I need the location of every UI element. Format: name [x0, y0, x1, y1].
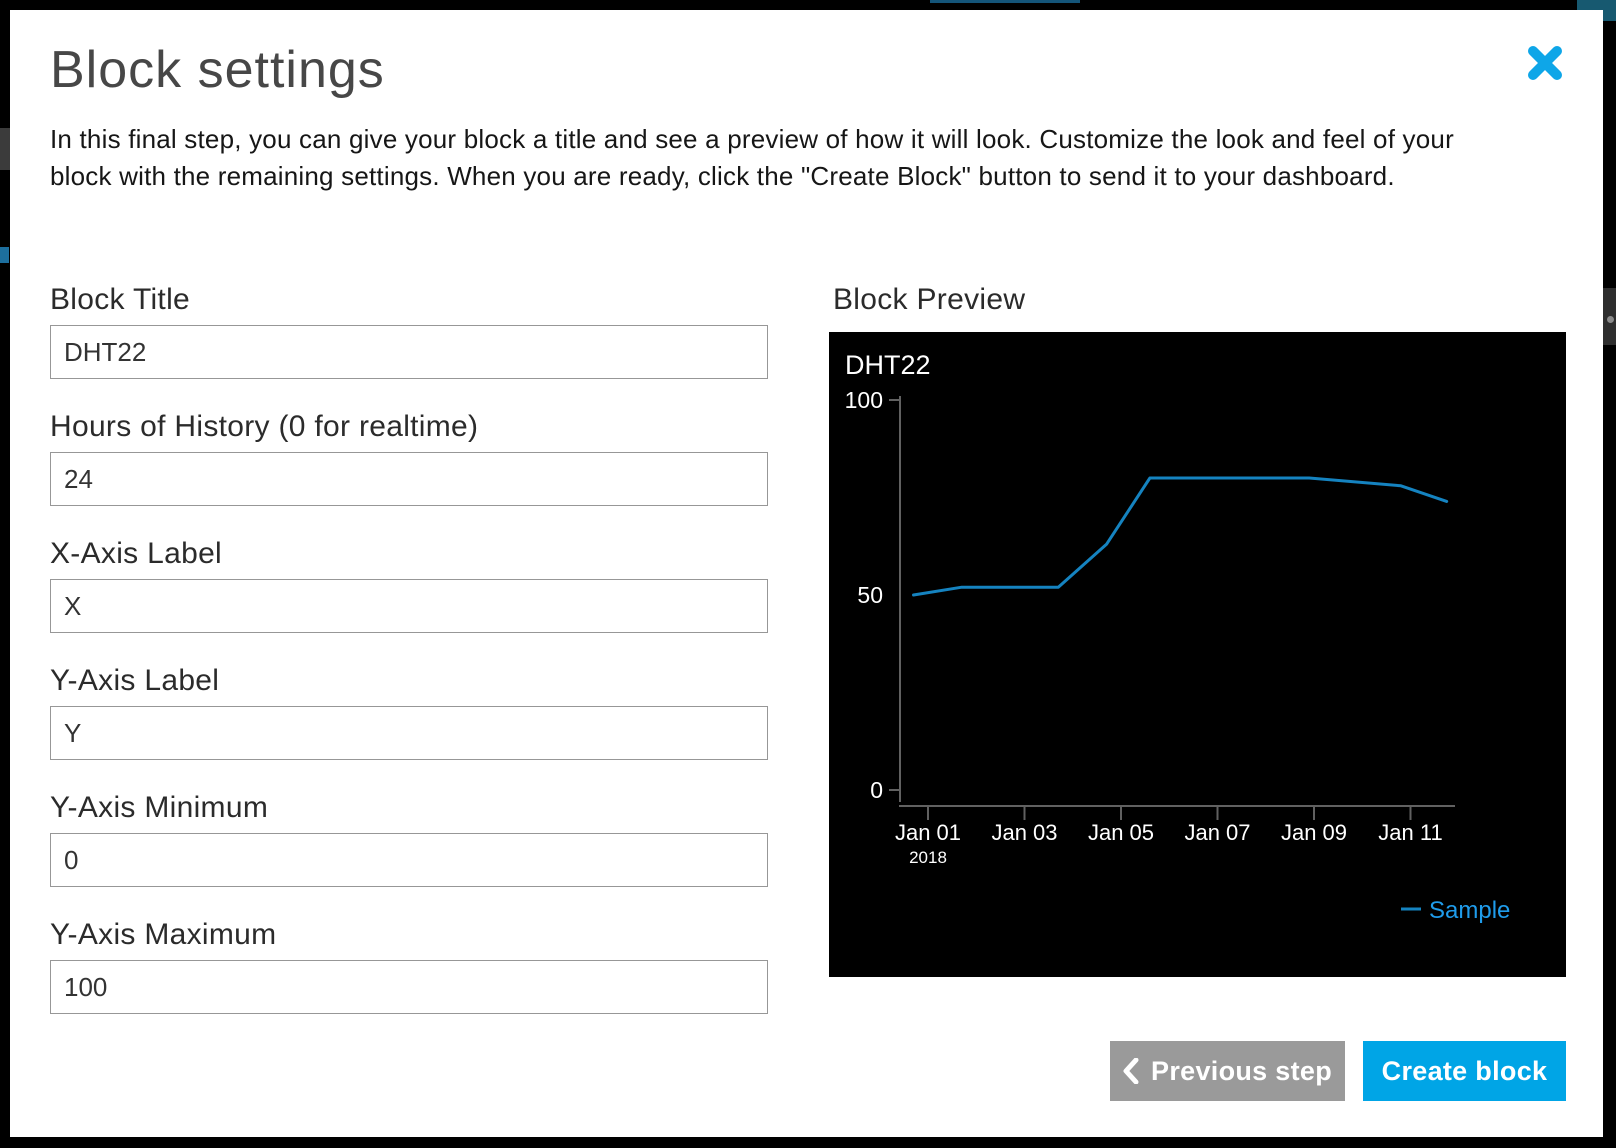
field-x-axis-label: X-Axis Label [50, 534, 768, 633]
field-block-title: Block Title [50, 280, 768, 379]
svg-text:100: 100 [845, 387, 883, 413]
svg-text:Jan 01: Jan 01 [895, 820, 961, 845]
svg-text:DHT22: DHT22 [845, 350, 931, 380]
previous-step-button[interactable]: Previous step [1110, 1041, 1345, 1101]
create-block-button[interactable]: Create block [1363, 1041, 1566, 1101]
field-y-axis-label: Y-Axis Label [50, 661, 768, 760]
previous-step-label: Previous step [1151, 1056, 1332, 1087]
field-hours-of-history: Hours of History (0 for realtime) [50, 407, 768, 506]
svg-text:Sample: Sample [1429, 897, 1510, 924]
page-title: Block settings [50, 40, 385, 100]
field-label: X-Axis Label [50, 534, 768, 574]
svg-text:Jan 05: Jan 05 [1088, 820, 1154, 845]
field-label: Block Title [50, 280, 768, 320]
svg-text:2018: 2018 [909, 848, 947, 867]
hours-of-history-input[interactable] [50, 452, 768, 506]
create-block-label: Create block [1382, 1056, 1548, 1087]
chevron-left-icon [1123, 1058, 1139, 1084]
background-artifact [1607, 316, 1614, 323]
close-button[interactable] [1528, 46, 1562, 80]
svg-text:Jan 09: Jan 09 [1281, 820, 1347, 845]
x-axis-label-input[interactable] [50, 579, 768, 633]
background-artifact [0, 247, 9, 263]
block-preview-heading: Block Preview [833, 280, 1025, 320]
svg-text:0: 0 [870, 777, 883, 803]
settings-form: Block Title Hours of History (0 for real… [50, 280, 768, 1042]
field-label: Y-Axis Minimum [50, 788, 768, 828]
field-y-axis-minimum: Y-Axis Minimum [50, 788, 768, 887]
background-artifact [0, 128, 10, 170]
y-axis-minimum-input[interactable] [50, 833, 768, 887]
block-preview-chart: DHT22 0 50 100 Jan 01 2018 Jan 03 Jan 05 Jan 07 J… [829, 332, 1566, 977]
block-settings-modal: Block settings In this final step, you c… [10, 10, 1603, 1137]
field-label: Y-Axis Label [50, 661, 768, 701]
svg-text:Jan 11: Jan 11 [1378, 820, 1442, 845]
y-axis-label-input[interactable] [50, 706, 768, 760]
field-label: Y-Axis Maximum [50, 915, 768, 955]
background-artifact [930, 0, 1080, 3]
svg-text:Jan 07: Jan 07 [1184, 820, 1250, 845]
svg-text:Jan 03: Jan 03 [991, 820, 1057, 845]
close-icon [1528, 46, 1562, 80]
field-y-axis-maximum: Y-Axis Maximum [50, 915, 768, 1014]
field-label: Hours of History (0 for realtime) [50, 407, 768, 447]
modal-footer: Previous step Create block [1110, 1041, 1566, 1101]
svg-text:50: 50 [857, 582, 883, 608]
y-axis-maximum-input[interactable] [50, 960, 768, 1014]
modal-description: In this final step, you can give your bl… [50, 121, 1498, 195]
block-title-input[interactable] [50, 325, 768, 379]
